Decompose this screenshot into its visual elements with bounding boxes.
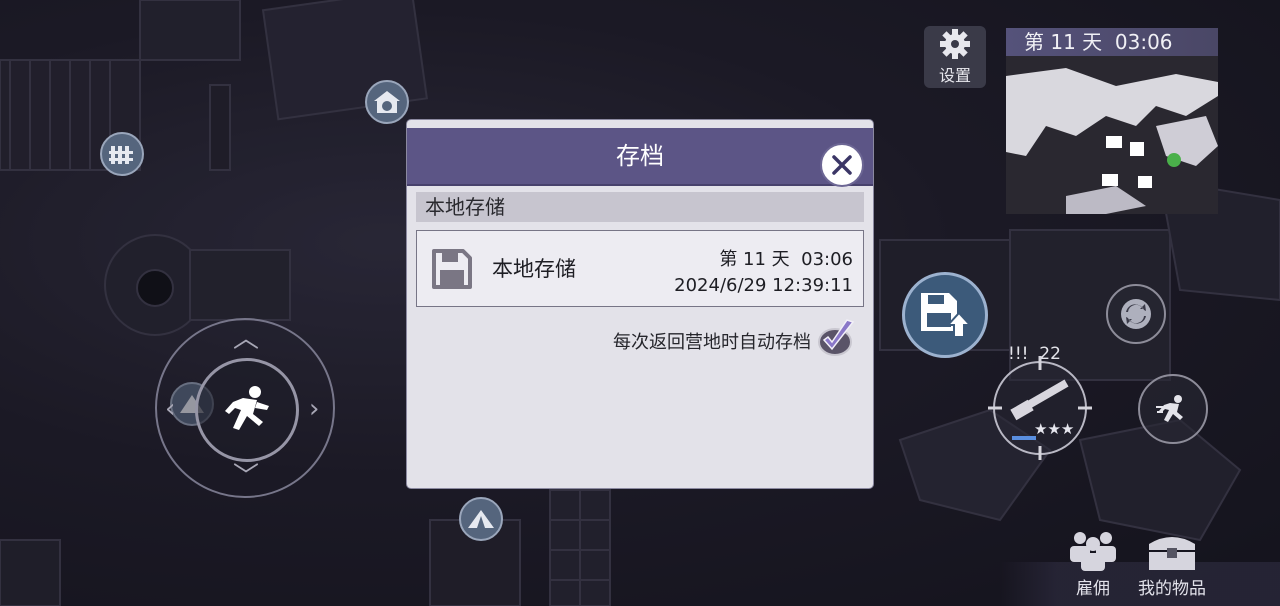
close-button[interactable] — [820, 143, 864, 187]
joystick-left-arrow-icon: ‹ — [165, 394, 176, 424]
auto-save-checkbox[interactable] — [818, 319, 855, 358]
inventory-label: 我的物品 — [1138, 579, 1206, 599]
close-icon — [832, 155, 852, 175]
fence-map-marker[interactable] — [100, 132, 144, 176]
save-slot[interactable]: 本地存储 第 11 天 03:06 2024/6/29 12:39:11 — [416, 230, 864, 307]
game-scene: ︿ ﹀ ‹ › 设置 第 11 天 03:06 存档 本地存储 本地存储 第 1… — [0, 0, 1280, 606]
crosshair-shotgun-icon — [988, 356, 1092, 460]
floppy-upload-icon — [921, 293, 971, 338]
people-icon — [1070, 532, 1116, 571]
joystick-right-arrow-icon: › — [309, 394, 320, 424]
gear-icon — [940, 29, 970, 59]
weapon-stars: ★★★ — [1034, 420, 1075, 438]
settings-label: 设置 — [938, 66, 971, 85]
save-slot-name: 本地存储 — [492, 257, 576, 281]
chest-icon — [1149, 537, 1195, 570]
sprint-icon — [1156, 395, 1183, 422]
dog-house-icon — [374, 91, 400, 113]
switch-weapon-button[interactable] — [1106, 284, 1166, 344]
local-storage-section-header: 本地存储 — [416, 192, 864, 222]
save-slot-datetime: 2024/6/29 12:39:11 — [674, 275, 853, 296]
dialog-header: 存档 — [407, 128, 873, 187]
inventory-button[interactable]: 我的物品 — [1138, 530, 1206, 599]
minimap-terrain — [1006, 56, 1218, 214]
refresh-icon — [1121, 299, 1151, 329]
dog-house-map-marker[interactable] — [365, 80, 409, 124]
movement-joystick[interactable]: ︿ ﹀ ‹ › — [155, 318, 335, 498]
weapon-slot[interactable]: ★★★ — [988, 356, 1092, 460]
save-slot-day-time: 第 11 天 03:06 — [719, 249, 853, 270]
minimap[interactable]: 第 11 天 03:06 — [1006, 28, 1218, 214]
settings-button[interactable]: 设置 — [924, 26, 986, 88]
checkmark-icon — [818, 319, 855, 356]
fence-icon — [109, 146, 133, 164]
joystick-up-arrow-icon: ︿ — [233, 324, 260, 354]
tent-icon — [468, 510, 494, 528]
running-man-icon — [225, 386, 269, 430]
joystick-knob[interactable] — [195, 358, 299, 462]
joystick-down-arrow-icon: ﹀ — [233, 462, 260, 492]
sprint-button[interactable] — [1138, 374, 1208, 444]
floppy-disk-icon — [432, 249, 472, 289]
hire-label: 雇佣 — [1076, 579, 1110, 599]
tent-map-marker[interactable] — [459, 497, 503, 541]
hire-button[interactable]: 雇佣 — [1064, 530, 1122, 599]
minimap-day-time: 第 11 天 03:06 — [1006, 28, 1218, 56]
auto-save-label: 每次返回营地时自动存档 — [613, 332, 811, 353]
minimap-view[interactable] — [1006, 56, 1218, 214]
save-dialog: 存档 本地存储 本地存储 第 11 天 03:06 2024/6/29 12:3… — [407, 120, 873, 488]
dialog-title: 存档 — [616, 142, 664, 170]
save-upload-button[interactable] — [902, 272, 988, 358]
auto-save-option[interactable]: 每次返回营地时自动存档 — [613, 319, 855, 358]
